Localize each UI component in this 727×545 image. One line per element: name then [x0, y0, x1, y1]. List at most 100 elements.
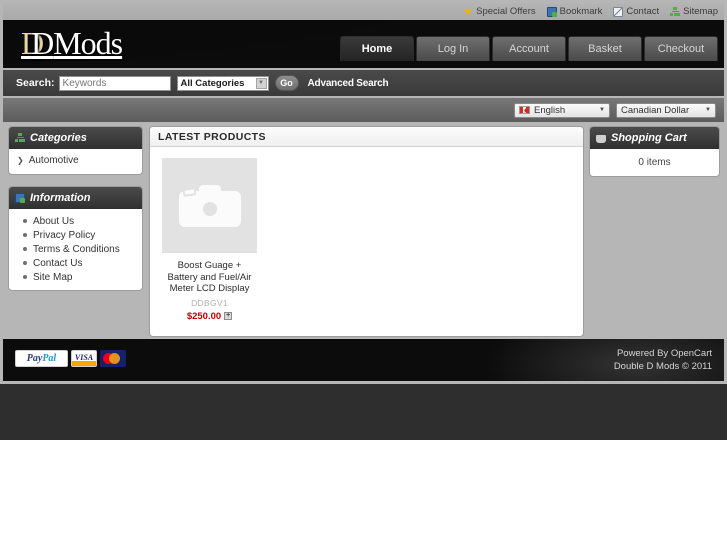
shopping-cart-title: Shopping Cart: [611, 132, 687, 144]
latest-products-grid: Boost Guage + Battery and Fuel/Air Meter…: [150, 147, 583, 336]
product-card[interactable]: Boost Guage + Battery and Fuel/Air Meter…: [162, 158, 257, 322]
info-link-terms-conditions[interactable]: Terms & Conditions: [33, 244, 120, 255]
footer-credits: Powered By OpenCart Double D Mods © 2011: [614, 347, 712, 373]
list-item[interactable]: ❯ Automotive: [17, 153, 142, 168]
bullet-icon: [23, 233, 27, 237]
site-header: ★ Special Offers Bookmark Contact Sitema…: [3, 3, 724, 68]
main-nav: Home Log In Account Basket Checkout: [340, 36, 718, 61]
categories-title: Categories: [30, 132, 87, 144]
mastercard-logo: [100, 350, 126, 367]
below-footer-strip: [0, 384, 727, 440]
bullet-icon: [23, 219, 27, 223]
search-input[interactable]: [58, 75, 171, 91]
logo-word: Mods: [53, 25, 123, 61]
list-item[interactable]: Contact Us: [23, 256, 142, 270]
page-root: ★ Special Offers Bookmark Contact Sitema…: [0, 0, 727, 545]
visa-logo: VISA: [71, 350, 97, 367]
book-icon: [15, 193, 25, 203]
product-price: $250.00: [186, 310, 222, 322]
currency-select[interactable]: Canadian Dollar ▼: [616, 102, 716, 118]
paypal-label-a: Pay: [26, 353, 43, 364]
sitemap-icon: [670, 6, 681, 17]
category-link-automotive[interactable]: Automotive: [29, 155, 79, 166]
search-go-button[interactable]: Go: [274, 75, 299, 91]
information-list: About Us Privacy Policy Terms & Conditio…: [9, 209, 142, 290]
sitemap-icon: [15, 133, 25, 143]
copyright-text: Double D Mods © 2011: [613, 361, 712, 372]
currency-value: Canadian Dollar: [621, 104, 690, 116]
payment-logos: Pay Pal VISA: [15, 350, 126, 367]
product-name[interactable]: Boost Guage + Battery and Fuel/Air Meter…: [162, 260, 257, 295]
search-category-value: All Categories: [180, 77, 245, 89]
latest-products-title: LATEST PRODUCTS: [150, 127, 583, 147]
left-sidebar: Categories ❯ Automotive Information Abou…: [8, 126, 143, 291]
latest-products-box: LATEST PRODUCTS Boost Guage + Battery an…: [149, 126, 584, 337]
bullet-icon: [23, 275, 27, 279]
logo-letter-2: D: [31, 25, 54, 61]
top-link-label: Sitemap: [683, 6, 718, 17]
cart-icon: [596, 135, 606, 143]
top-link-bookmark[interactable]: Bookmark: [546, 3, 603, 20]
bookmark-icon: [546, 6, 557, 17]
site-footer: Pay Pal VISA Powered By OpenCart Double D…: [3, 339, 724, 381]
bullet-icon: [23, 261, 27, 265]
nav-home[interactable]: Home: [340, 36, 414, 61]
powered-by-text: Powered By OpenCart: [616, 348, 712, 359]
advanced-search-link[interactable]: Advanced Search: [308, 78, 389, 89]
categories-list: ❯ Automotive: [9, 149, 142, 174]
top-link-contact[interactable]: Contact: [613, 3, 659, 20]
locale-bar: English ▼ Canadian Dollar ▼: [3, 98, 724, 122]
search-bar: Search: All Categories ▼ Go Advanced Sea…: [3, 70, 724, 96]
info-link-about-us[interactable]: About Us: [33, 216, 74, 227]
chevron-down-icon: ▼: [255, 77, 267, 89]
paypal-label-b: Pal: [42, 353, 57, 364]
language-select[interactable]: English ▼: [514, 102, 610, 118]
chevron-down-icon: ▼: [599, 107, 605, 113]
info-link-contact-us[interactable]: Contact Us: [33, 258, 82, 269]
top-link-special-offers[interactable]: ★ Special Offers: [463, 3, 536, 20]
star-icon: ★: [463, 5, 473, 18]
language-value: English: [534, 104, 566, 116]
canada-flag-icon: [519, 106, 530, 114]
shopping-cart-box: Shopping Cart 0 items: [589, 126, 720, 177]
information-box: Information About Us Privacy Policy Term…: [8, 186, 143, 291]
nav-checkout[interactable]: Checkout: [644, 36, 718, 61]
product-model: DDBGV1: [191, 297, 228, 308]
shopping-cart-header: Shopping Cart: [590, 127, 719, 149]
nav-login[interactable]: Log In: [416, 36, 490, 61]
list-item[interactable]: Site Map: [23, 270, 142, 284]
main-content: LATEST PRODUCTS Boost Guage + Battery an…: [149, 126, 584, 337]
categories-box: Categories ❯ Automotive: [8, 126, 143, 175]
top-utility-nav: ★ Special Offers Bookmark Contact Sitema…: [463, 3, 718, 20]
top-link-label: Contact: [626, 6, 660, 17]
product-image[interactable]: [162, 158, 257, 253]
chevron-down-icon: ▼: [705, 107, 711, 113]
top-link-label: Special Offers: [476, 6, 536, 17]
info-link-site-map[interactable]: Site Map: [33, 272, 72, 283]
mail-icon: [613, 6, 624, 17]
bullet-icon: [23, 247, 27, 251]
categories-header: Categories: [9, 127, 142, 149]
information-header: Information: [9, 187, 142, 209]
site-logo[interactable]: DDMods: [21, 27, 134, 59]
content-columns: Categories ❯ Automotive Information Abou…: [3, 126, 724, 337]
chevron-right-icon: ❯: [17, 156, 24, 165]
info-link-privacy-policy[interactable]: Privacy Policy: [33, 230, 95, 241]
visa-label: VISA: [74, 353, 94, 362]
nav-account[interactable]: Account: [492, 36, 566, 61]
right-sidebar: Shopping Cart 0 items: [589, 126, 720, 177]
top-link-label: Bookmark: [559, 6, 603, 17]
search-category-select[interactable]: All Categories ▼: [176, 75, 269, 91]
add-to-cart-icon[interactable]: +: [224, 312, 233, 320]
list-item[interactable]: Terms & Conditions: [23, 242, 142, 256]
search-label: Search:: [16, 77, 55, 89]
camera-placeholder-icon: [178, 184, 241, 227]
list-item[interactable]: About Us: [23, 214, 142, 228]
information-title: Information: [30, 192, 91, 204]
nav-basket[interactable]: Basket: [568, 36, 642, 61]
product-price-row: $250.00 +: [162, 311, 257, 322]
list-item[interactable]: Privacy Policy: [23, 228, 142, 242]
shopping-cart-items: 0 items: [638, 157, 671, 168]
top-link-sitemap[interactable]: Sitemap: [670, 3, 718, 20]
paypal-logo: Pay Pal: [15, 350, 68, 367]
